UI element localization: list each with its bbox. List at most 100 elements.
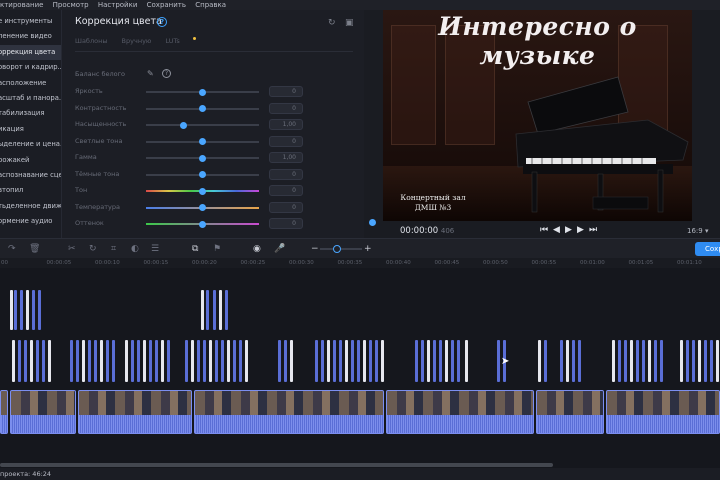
menu-edit[interactable]: ктирование [0,1,43,9]
save-preset-icon[interactable]: ▣ [345,18,354,28]
text-clip[interactable] [206,290,209,330]
tab-luts[interactable]: LUTs [165,37,196,45]
reset-icon[interactable]: ↻ [328,18,336,28]
slider-value-field[interactable]: 0 [269,86,303,97]
tab-templates[interactable]: Шаблоны [75,37,107,45]
text-clip[interactable] [351,340,354,382]
text-clip[interactable] [155,340,158,382]
slider-track[interactable] [146,171,259,178]
text-clip[interactable] [363,340,366,382]
slider-track[interactable] [146,220,259,228]
text-clip[interactable] [457,340,460,382]
text-clip[interactable] [239,340,242,382]
text-clip[interactable] [636,340,639,382]
slider-track[interactable] [146,154,259,162]
text-clip[interactable] [538,340,541,382]
text-clip[interactable] [149,340,152,382]
menu-save[interactable]: Сохранить [147,1,186,9]
video-clip[interactable] [386,390,534,434]
trash-icon[interactable]: 🗑 [29,244,40,254]
text-clip[interactable] [167,340,170,382]
zoom-slider[interactable] [320,248,362,250]
text-clip[interactable] [219,290,222,330]
text-clip[interactable] [680,340,683,382]
text-clip[interactable] [32,290,35,330]
slider-track[interactable] [146,121,259,129]
text-clip[interactable] [233,340,236,382]
zoom-out-icon[interactable]: − [311,244,319,254]
slider-value-field[interactable]: 0 [269,185,303,196]
audio-eq-icon[interactable]: ☰ [151,244,159,254]
aspect-ratio-select[interactable]: 16:9 ▾ [687,227,708,235]
text-clip[interactable] [42,340,45,382]
text-clip[interactable] [704,340,707,382]
sidebar-item[interactable]: икация [0,122,61,137]
tab-manual[interactable]: Вручную [122,37,152,45]
text-clip[interactable] [14,290,17,330]
text-clip[interactable] [315,340,318,382]
text-clip[interactable] [427,340,430,382]
step-back-icon[interactable]: ◀ [553,225,560,235]
text-clip[interactable] [624,340,627,382]
video-clip[interactable] [606,390,720,434]
text-clip[interactable] [290,340,293,382]
text-clip[interactable] [106,340,109,382]
slider-knob[interactable] [199,187,206,195]
video-clip[interactable] [194,390,384,434]
text-clip[interactable] [710,340,713,382]
menu-settings[interactable]: Настройки [98,1,138,9]
playhead-marker[interactable] [369,219,376,226]
text-clip[interactable] [36,340,39,382]
text-clip[interactable] [566,340,569,382]
video-frame[interactable]: Интересно о музыке Концертный зал ДМШ №3 [383,10,692,221]
text-clip[interactable] [221,340,224,382]
info-icon[interactable]: ? [162,69,171,78]
text-clip[interactable] [333,340,336,382]
rotate-icon[interactable]: ↻ [89,244,97,254]
text-clip[interactable] [451,340,454,382]
text-clip[interactable] [345,340,348,382]
text-clip[interactable] [245,340,248,382]
sidebar-item[interactable]: втопил [0,183,61,198]
sidebar-item[interactable]: аспознавание сцен [0,168,61,183]
text-clip[interactable] [88,340,91,382]
zoom-in-icon[interactable]: + [364,244,372,254]
slider-value-field[interactable]: 1,00 [269,119,303,130]
text-clip[interactable] [630,340,633,382]
text-clip[interactable] [339,340,342,382]
slider-value-field[interactable]: 0 [269,102,303,114]
flag-icon[interactable]: ⚑ [213,244,221,254]
text-clip[interactable] [209,340,212,382]
text-clip[interactable] [698,340,701,382]
video-clip[interactable] [536,390,604,434]
text-clip[interactable] [112,340,115,382]
text-clip[interactable] [560,340,563,382]
text-clip[interactable] [415,340,418,382]
text-clip[interactable] [642,340,645,382]
text-clip[interactable] [215,340,218,382]
text-clip[interactable] [82,340,85,382]
slider-track[interactable] [146,138,259,145]
slider-track[interactable] [146,187,259,195]
text-clip[interactable] [660,340,663,382]
text-clip[interactable] [225,290,228,330]
save-button[interactable]: Сохр [695,242,720,256]
text-clip[interactable] [433,340,436,382]
insert-icon[interactable]: ⧉ [192,244,198,254]
slider-track[interactable] [146,88,259,96]
text-clip[interactable] [94,340,97,382]
text-clip[interactable] [100,340,103,382]
sidebar-item[interactable]: асположение [0,76,61,91]
text-clip[interactable] [185,340,188,382]
text-clip[interactable] [125,340,128,382]
text-clip[interactable] [497,340,500,382]
slider-knob[interactable] [199,220,206,228]
text-clip[interactable] [421,340,424,382]
sidebar-item[interactable]: тьделенное движ... [0,199,61,214]
menu-help[interactable]: Справка [195,1,226,9]
text-clip[interactable] [38,290,41,330]
text-clip[interactable] [654,340,657,382]
text-clip[interactable] [369,340,372,382]
text-clip[interactable] [284,340,287,382]
text-clip[interactable] [10,290,13,330]
